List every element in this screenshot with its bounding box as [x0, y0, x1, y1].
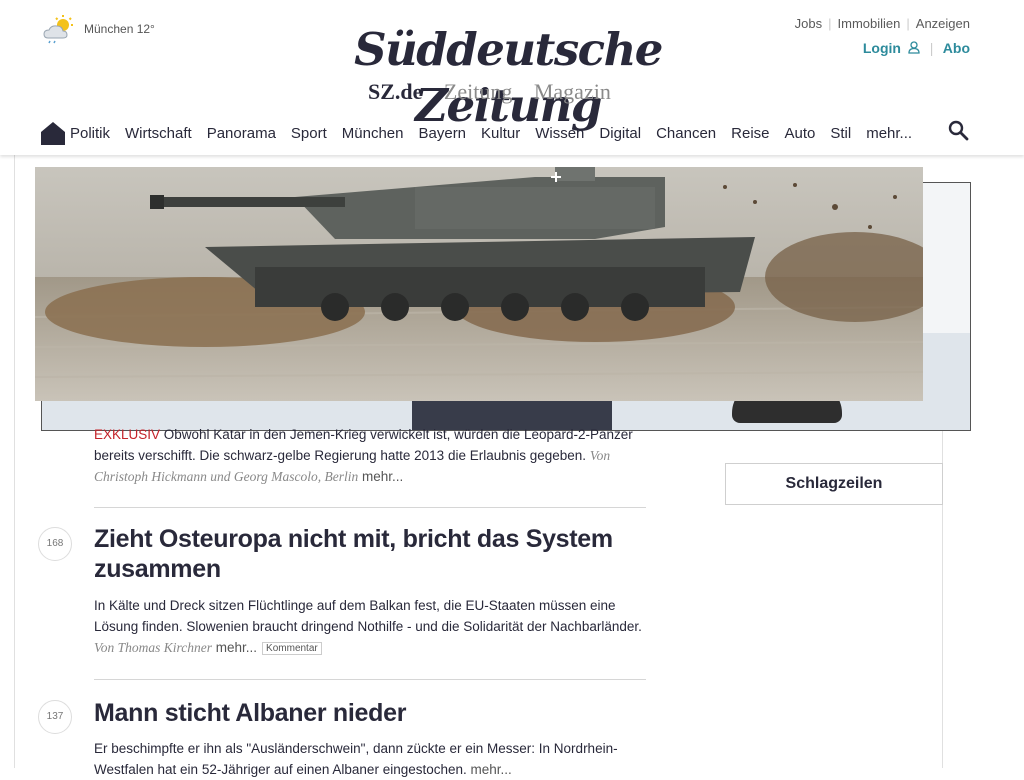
site-header: München 12° Süddeutsche Zeitung SZ.de Ze…: [0, 0, 1024, 155]
link-jobs[interactable]: Jobs: [795, 16, 822, 31]
hero-image-tank[interactable]: [35, 167, 923, 401]
weather-text: München 12°: [84, 22, 155, 36]
user-icon[interactable]: [908, 41, 920, 54]
sun-cloud-icon: [43, 15, 73, 44]
nav-item-wirtschaft[interactable]: Wirtschaft: [125, 125, 192, 142]
nav-item-sport[interactable]: Sport: [291, 125, 327, 142]
content-border-left: [14, 155, 15, 768]
nav-item-bayern[interactable]: Bayern: [419, 125, 467, 142]
teaser-text: Er beschimpfte er ihn als "Ausländerschw…: [94, 741, 618, 777]
teaser-text: Obwohl Katar in den Jemen-Krieg verwicke…: [94, 427, 633, 463]
nav-item-wissen[interactable]: Wissen: [535, 125, 584, 142]
nav-item-mehr[interactable]: mehr...: [866, 125, 912, 142]
article-item: Zieht Osteuropa nicht mit, bricht das Sy…: [94, 524, 646, 659]
article-headline[interactable]: Mann sticht Albaner nieder: [94, 698, 646, 728]
article-headline[interactable]: Zieht Osteuropa nicht mit, bricht das Sy…: [94, 524, 646, 584]
teaser-text: In Kälte und Dreck sitzen Flüchtlinge au…: [94, 598, 642, 634]
account-links: Login | Abo: [862, 40, 970, 56]
link-anzeigen[interactable]: Anzeigen: [916, 16, 970, 31]
byline: Von Thomas Kirchner: [94, 640, 213, 655]
login-link[interactable]: Login: [863, 40, 901, 56]
article-teaser: Er beschimpfte er ihn als "Ausländerschw…: [94, 738, 646, 780]
article-teaser: In Kälte und Dreck sitzen Flüchtlinge au…: [94, 595, 646, 659]
nav-item-panorama[interactable]: Panorama: [207, 125, 276, 142]
abo-link[interactable]: Abo: [943, 40, 970, 56]
comment-count-badge[interactable]: 137: [38, 700, 72, 734]
nav-item-kultur[interactable]: Kultur: [481, 125, 520, 142]
comment-count-badge[interactable]: 168: [38, 527, 72, 561]
divider: [94, 507, 646, 508]
edition-links: SZ.de Zeitung Magazin: [368, 79, 627, 105]
main-nav: Politik Wirtschaft Panorama Sport Münche…: [40, 118, 927, 148]
sublink-sz-de[interactable]: SZ.de: [368, 79, 422, 104]
nav-item-digital[interactable]: Digital: [599, 125, 641, 142]
more-link[interactable]: mehr...: [471, 762, 512, 777]
home-icon[interactable]: [40, 121, 66, 145]
divider: [94, 679, 646, 680]
nav-item-auto[interactable]: Auto: [785, 125, 816, 142]
comment-tag[interactable]: Kommentar: [262, 642, 322, 655]
article-teaser[interactable]: EXKLUSIV Obwohl Katar in den Jemen-Krieg…: [94, 424, 646, 487]
link-immobilien[interactable]: Immobilien: [838, 16, 901, 31]
more-link[interactable]: mehr...: [216, 640, 257, 655]
exclusive-label: EXKLUSIV: [94, 427, 161, 442]
more-link[interactable]: mehr...: [362, 469, 403, 484]
sublink-zeitung[interactable]: Zeitung: [444, 79, 512, 104]
search-icon[interactable]: [948, 120, 970, 142]
weather-widget[interactable]: München 12°: [42, 14, 155, 44]
sublink-magazin[interactable]: Magazin: [534, 79, 611, 104]
nav-item-politik[interactable]: Politik: [70, 125, 110, 142]
nav-item-reise[interactable]: Reise: [731, 125, 769, 142]
schlagzeilen-button[interactable]: Schlagzeilen: [725, 463, 943, 505]
service-links: Jobs | Immobilien | Anzeigen: [794, 16, 970, 31]
nav-item-stil[interactable]: Stil: [830, 125, 851, 142]
nav-item-muenchen[interactable]: München: [342, 125, 404, 142]
nav-item-chancen[interactable]: Chancen: [656, 125, 716, 142]
